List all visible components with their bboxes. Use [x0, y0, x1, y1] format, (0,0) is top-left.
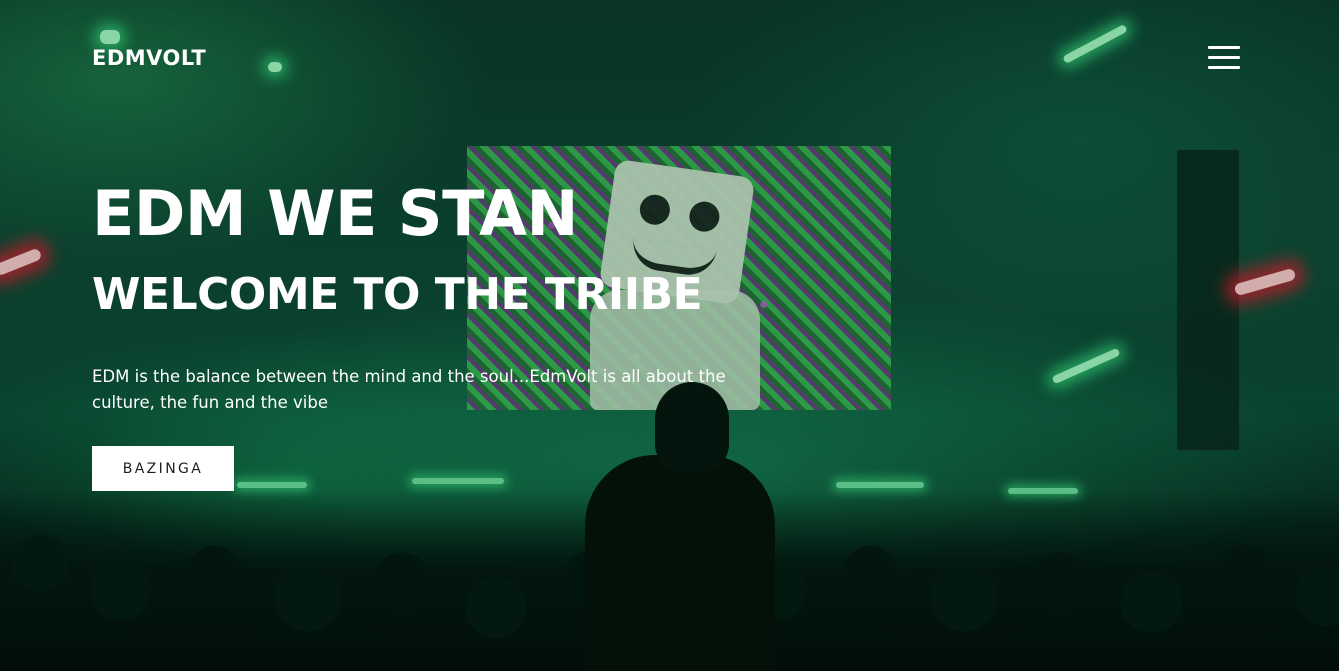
- bazinga-button[interactable]: BAZINGA: [92, 446, 234, 491]
- hero-subtitle: WELCOME TO THE TRIIBE: [92, 269, 703, 320]
- menu-line: [1208, 66, 1240, 69]
- hero-description: EDM is the balance between the mind and …: [92, 367, 726, 412]
- hero-title: EDM WE STAN: [92, 177, 578, 250]
- menu-line: [1208, 56, 1240, 59]
- dark-overlay: [0, 0, 1339, 671]
- menu-line: [1208, 46, 1240, 49]
- hamburger-menu-icon[interactable]: [1208, 46, 1242, 72]
- hero-section: EDMVOLT EDM WE STAN WELCOME TO THE TRIIB…: [0, 0, 1339, 671]
- brand-logo-link[interactable]: EDMVOLT: [92, 46, 206, 70]
